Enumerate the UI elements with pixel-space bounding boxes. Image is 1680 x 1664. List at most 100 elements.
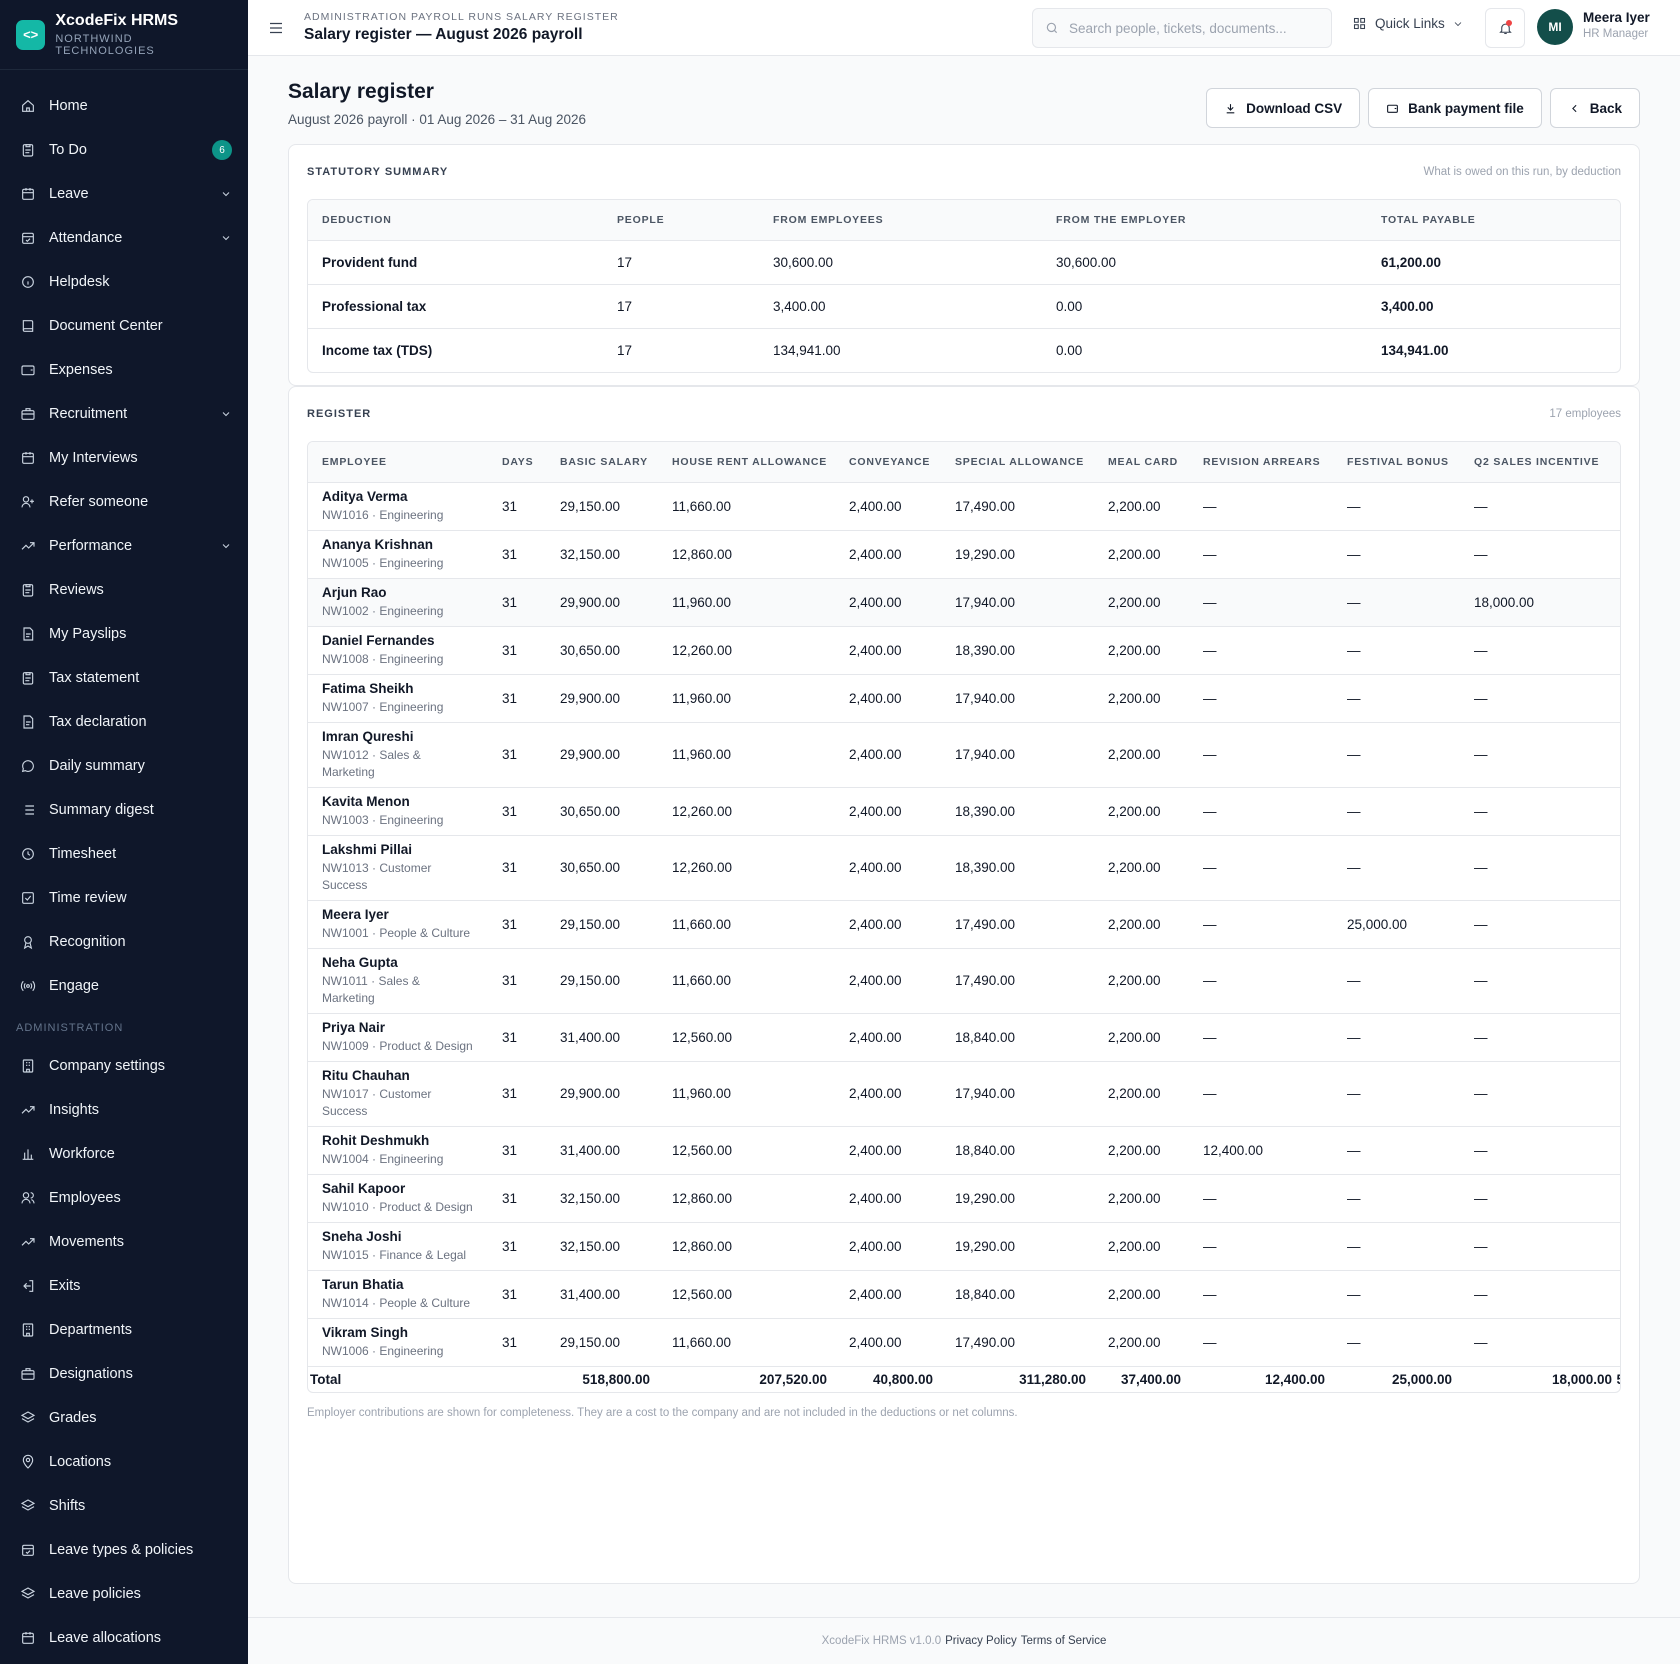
user-menu[interactable]: Meera Iyer HR Manager <box>1583 10 1650 40</box>
notifications-button[interactable] <box>1485 8 1525 48</box>
employee-name[interactable]: Meera Iyer <box>322 907 474 922</box>
employee-name[interactable]: Imran Qureshi <box>322 729 474 744</box>
clipboard-icon <box>20 142 36 158</box>
sidebar-item-timesheet[interactable]: Timesheet <box>0 832 248 876</box>
chevron-down-icon[interactable] <box>220 540 232 552</box>
sidebar-item-leave-types-and-policies[interactable]: Leave types & policies <box>0 1528 248 1572</box>
register-header-meal-card[interactable]: MEAL CARD <box>1094 442 1189 483</box>
table-row[interactable]: Tarun Bhatia NW1014 · People & Culture 31 3… <box>308 1270 1620 1319</box>
table-row[interactable]: Daniel Fernandes NW1008 · Engineering 31 30… <box>308 626 1620 675</box>
employee-name[interactable]: Aditya Verma <box>322 489 474 504</box>
table-row[interactable]: Sneha Joshi NW1015 · Finance & Legal 31 32,… <box>308 1222 1620 1271</box>
employee-name[interactable]: Ananya Krishnan <box>322 537 474 552</box>
sidebar-item-leave[interactable]: Leave <box>0 172 248 216</box>
sidebar-item-time-review[interactable]: Time review <box>0 876 248 920</box>
privacy-policy-link[interactable]: Privacy Policy <box>945 1635 1017 1647</box>
employee-name[interactable]: Daniel Fernandes <box>322 633 474 648</box>
sidebar-item-employees[interactable]: Employees <box>0 1176 248 1220</box>
register-cell: 31 <box>488 835 546 901</box>
brand[interactable]: <> XcodeFix HRMS NORTHWIND TECHNOLOGIES <box>0 0 248 70</box>
sidebar-item-insights[interactable]: Insights <box>0 1088 248 1132</box>
download-csv-button[interactable]: Download CSV <box>1206 88 1361 128</box>
table-row[interactable]: Vikram Singh NW1006 · Engineering 31 29,150… <box>308 1318 1620 1367</box>
sidebar-item-workforce[interactable]: Workforce <box>0 1132 248 1176</box>
sidebar-item-leave-allocations[interactable]: Leave allocations <box>0 1616 248 1660</box>
sidebar-item-leave-policies[interactable]: Leave policies <box>0 1572 248 1616</box>
sidebar-item-attendance[interactable]: Attendance <box>0 216 248 260</box>
sidebar-item-designations[interactable]: Designations <box>0 1352 248 1396</box>
sidebar-item-tax-statement[interactable]: Tax statement <box>0 656 248 700</box>
sidebar-item-expenses[interactable]: Expenses <box>0 348 248 392</box>
sidebar-item-movements[interactable]: Movements <box>0 1220 248 1264</box>
table-row[interactable]: Priya Nair NW1009 · Product & Design 31 31,… <box>308 1013 1620 1062</box>
employee-name[interactable]: Tarun Bhatia <box>322 1277 474 1292</box>
breadcrumb-trail[interactable]: ADMINISTRATION PAYROLL RUNS SALARY REGIS… <box>304 11 619 23</box>
terms-of-service-link[interactable]: Terms of Service <box>1021 1635 1107 1647</box>
register-header-employee[interactable]: EMPLOYEE <box>308 442 488 483</box>
register-header-house-rent-allowance[interactable]: HOUSE RENT ALLOWANCE <box>658 442 835 483</box>
statutory-cell: 30,600.00 <box>759 240 1042 285</box>
register-header-days[interactable]: DAYS <box>488 442 546 483</box>
employee-name[interactable]: Sahil Kapoor <box>322 1181 474 1196</box>
employee-name[interactable]: Arjun Rao <box>322 585 474 600</box>
sidebar-item-my-interviews[interactable]: My Interviews <box>0 436 248 480</box>
table-row[interactable]: Rohit Deshmukh NW1004 · Engineering 31 31,4… <box>308 1126 1620 1175</box>
register-header-conveyance[interactable]: CONVEYANCE <box>835 442 941 483</box>
sidebar-item-helpdesk[interactable]: Helpdesk <box>0 260 248 304</box>
menu-icon[interactable] <box>248 0 304 56</box>
sidebar-item-company-settings[interactable]: Company settings <box>0 1044 248 1088</box>
register-header-revision-arrears[interactable]: REVISION ARREARS <box>1189 442 1333 483</box>
sidebar-item-refer-someone[interactable]: Refer someone <box>0 480 248 524</box>
table-row[interactable]: Lakshmi Pillai NW1013 · Customer Success 3… <box>308 835 1620 901</box>
sidebar-item-summary-digest[interactable]: Summary digest <box>0 788 248 832</box>
sidebar-item-exits[interactable]: Exits <box>0 1264 248 1308</box>
table-row[interactable]: Sahil Kapoor NW1010 · Product & Design 31 3… <box>308 1174 1620 1223</box>
chevron-down-icon[interactable] <box>220 232 232 244</box>
employee-name[interactable]: Kavita Menon <box>322 794 474 809</box>
back-button[interactable]: Back <box>1549 88 1640 128</box>
sidebar-item-home[interactable]: Home <box>0 84 248 128</box>
sidebar-item-performance[interactable]: Performance <box>0 524 248 568</box>
employee-name[interactable]: Lakshmi Pillai <box>322 842 474 857</box>
employee-name[interactable]: Neha Gupta <box>322 955 474 970</box>
sidebar-item-recognition[interactable]: Recognition <box>0 920 248 964</box>
sidebar-item-document-center[interactable]: Document Center <box>0 304 248 348</box>
search-box[interactable] <box>1032 8 1332 48</box>
sidebar-item-recruitment[interactable]: Recruitment <box>0 392 248 436</box>
sidebar-item-my-payslips[interactable]: My Payslips <box>0 612 248 656</box>
employee-name[interactable]: Priya Nair <box>322 1020 474 1035</box>
chevron-down-icon[interactable] <box>220 408 232 420</box>
table-row[interactable]: Imran Qureshi NW1012 · Sales & Marketing 3… <box>308 722 1620 788</box>
table-row[interactable]: Kavita Menon NW1003 · Engineering 31 30,650… <box>308 787 1620 836</box>
table-row[interactable]: Ritu Chauhan NW1017 · Customer Success 31 2… <box>308 1061 1620 1127</box>
sidebar-item-daily-summary[interactable]: Daily summary <box>0 744 248 788</box>
register-header-q2-sales-incentive[interactable]: Q2 SALES INCENTIVE <box>1460 442 1620 483</box>
sidebar-item-reviews[interactable]: Reviews <box>0 568 248 612</box>
register-header-special-allowance[interactable]: SPECIAL ALLOWANCE <box>941 442 1094 483</box>
employee-name[interactable]: Ritu Chauhan <box>322 1068 474 1083</box>
quick-links-button[interactable]: Quick Links <box>1352 16 1464 31</box>
table-row[interactable]: Arjun Rao NW1002 · Engineering 31 29,900.00… <box>308 578 1620 627</box>
table-row[interactable]: Ananya Krishnan NW1005 · Engineering 31 32,… <box>308 530 1620 579</box>
sidebar-item-engage[interactable]: Engage <box>0 964 248 1008</box>
sidebar-item-locations[interactable]: Locations <box>0 1440 248 1484</box>
sidebar-item-shifts[interactable]: Shifts <box>0 1484 248 1528</box>
table-row[interactable]: Aditya Verma NW1016 · Engineering 31 29,150… <box>308 482 1620 531</box>
sidebar-item-tax-declaration[interactable]: Tax declaration <box>0 700 248 744</box>
search-input[interactable] <box>1069 20 1309 36</box>
avatar[interactable]: MI <box>1537 9 1573 45</box>
chevron-down-icon[interactable] <box>220 188 232 200</box>
table-row[interactable]: Meera Iyer NW1001 · People & Culture 31 29,… <box>308 900 1620 949</box>
register-header-basic-salary[interactable]: BASIC SALARY <box>546 442 658 483</box>
sidebar-item-grades[interactable]: Grades <box>0 1396 248 1440</box>
employee-name[interactable]: Rohit Deshmukh <box>322 1133 474 1148</box>
sidebar-item-to-do[interactable]: To Do 6 <box>0 128 248 172</box>
employee-name[interactable]: Fatima Sheikh <box>322 681 474 696</box>
employee-name[interactable]: Vikram Singh <box>322 1325 474 1340</box>
bank-payment-file-button[interactable]: Bank payment file <box>1368 88 1542 128</box>
table-row[interactable]: Fatima Sheikh NW1007 · Engineering 31 29,90… <box>308 674 1620 723</box>
sidebar-item-departments[interactable]: Departments <box>0 1308 248 1352</box>
employee-name[interactable]: Sneha Joshi <box>322 1229 474 1244</box>
register-header-festival-bonus[interactable]: FESTIVAL BONUS <box>1333 442 1460 483</box>
table-row[interactable]: Neha Gupta NW1011 · Sales & Marketing 31 29… <box>308 948 1620 1014</box>
